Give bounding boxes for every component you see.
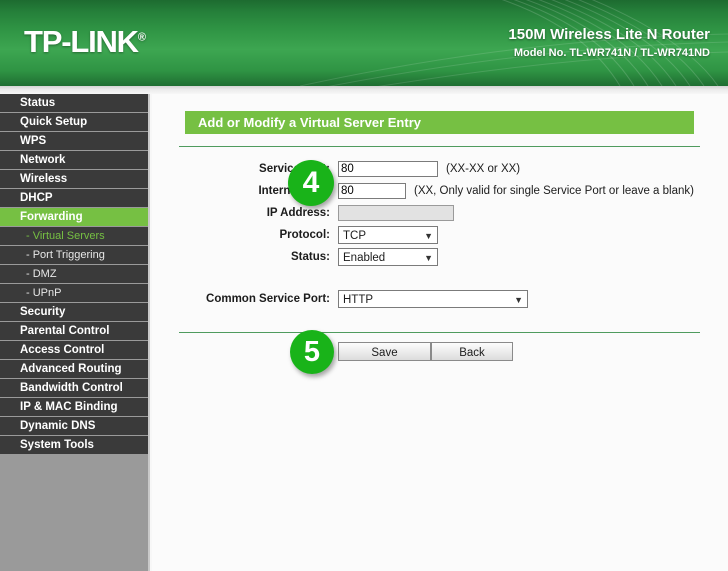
header-shadow bbox=[0, 86, 728, 94]
status-select-value: Enabled bbox=[343, 252, 386, 264]
sidebar-item-forwarding[interactable]: Forwarding bbox=[0, 208, 148, 227]
internal-port-hint: (XX, Only valid for single Service Port … bbox=[414, 185, 694, 197]
status-label: Status: bbox=[291, 251, 330, 263]
sidebar-item-wps[interactable]: WPS bbox=[0, 132, 148, 151]
back-button[interactable]: Back bbox=[431, 342, 513, 361]
page-header: TP-LINK® 150M Wireless Lite N Router Mod… bbox=[0, 0, 728, 86]
service-port-hint: (XX-XX or XX) bbox=[446, 163, 521, 175]
sidebar-item-dhcp[interactable]: DHCP bbox=[0, 189, 148, 208]
tp-link-logo: TP-LINK® bbox=[24, 24, 146, 60]
sidebar-navigation: Status Quick Setup WPS Network Wireless DHCP F… bbox=[0, 94, 150, 571]
sidebar-item-status[interactable]: Status bbox=[0, 94, 148, 113]
sidebar-item-dmz[interactable]: - DMZ bbox=[0, 265, 148, 284]
chevron-down-icon: ▼ bbox=[424, 253, 433, 263]
sidebar-item-virtual-servers[interactable]: - Virtual Servers bbox=[0, 227, 148, 246]
sidebar-item-security[interactable]: Security bbox=[0, 303, 148, 322]
router-model-number: Model No. TL-WR741N / TL-WR741ND bbox=[513, 47, 710, 59]
ip-address-input[interactable] bbox=[338, 205, 454, 221]
sidebar-item-system-tools[interactable]: System Tools bbox=[0, 436, 148, 455]
protocol-select-value: TCP bbox=[343, 230, 366, 242]
sidebar-item-wireless[interactable]: Wireless bbox=[0, 170, 148, 189]
internal-port-input[interactable] bbox=[338, 183, 406, 199]
annotation-badge-step-4: 4 bbox=[288, 160, 334, 206]
protocol-label: Protocol: bbox=[279, 229, 330, 241]
save-button[interactable]: Save bbox=[338, 342, 431, 361]
sidebar-item-dynamic-dns[interactable]: Dynamic DNS bbox=[0, 417, 148, 436]
main-content: Add or Modify a Virtual Server Entry Ser… bbox=[152, 94, 728, 571]
registered-mark-icon: ® bbox=[137, 31, 146, 44]
router-model-block: 150M Wireless Lite N Router Model No. TL… bbox=[508, 26, 710, 61]
logo-text: TP-LINK bbox=[24, 24, 139, 59]
sidebar-item-access-control[interactable]: Access Control bbox=[0, 341, 148, 360]
annotation-badge-step-5: 5 bbox=[290, 330, 334, 374]
chevron-down-icon: ▼ bbox=[424, 231, 433, 241]
status-select[interactable]: Enabled ▼ bbox=[338, 248, 438, 266]
service-port-input[interactable] bbox=[338, 161, 438, 177]
router-model-title: 150M Wireless Lite N Router bbox=[508, 26, 710, 43]
divider-bottom bbox=[179, 332, 700, 333]
sidebar-item-ip-and-mac-binding[interactable]: IP & MAC Binding bbox=[0, 398, 148, 417]
common-service-port-select[interactable]: HTTP ▼ bbox=[338, 290, 528, 308]
chevron-down-icon: ▼ bbox=[514, 295, 523, 305]
sidebar-item-parental-control[interactable]: Parental Control bbox=[0, 322, 148, 341]
protocol-select[interactable]: TCP ▼ bbox=[338, 226, 438, 244]
common-service-port-label: Common Service Port: bbox=[206, 293, 330, 305]
sidebar-item-advanced-routing[interactable]: Advanced Routing bbox=[0, 360, 148, 379]
sidebar-item-upnp[interactable]: - UPnP bbox=[0, 284, 148, 303]
sidebar-item-bandwidth-control[interactable]: Bandwidth Control bbox=[0, 379, 148, 398]
sidebar-item-network[interactable]: Network bbox=[0, 151, 148, 170]
sidebar-item-quick-setup[interactable]: Quick Setup bbox=[0, 113, 148, 132]
common-service-port-value: HTTP bbox=[343, 294, 374, 306]
sidebar-item-port-triggering[interactable]: - Port Triggering bbox=[0, 246, 148, 265]
